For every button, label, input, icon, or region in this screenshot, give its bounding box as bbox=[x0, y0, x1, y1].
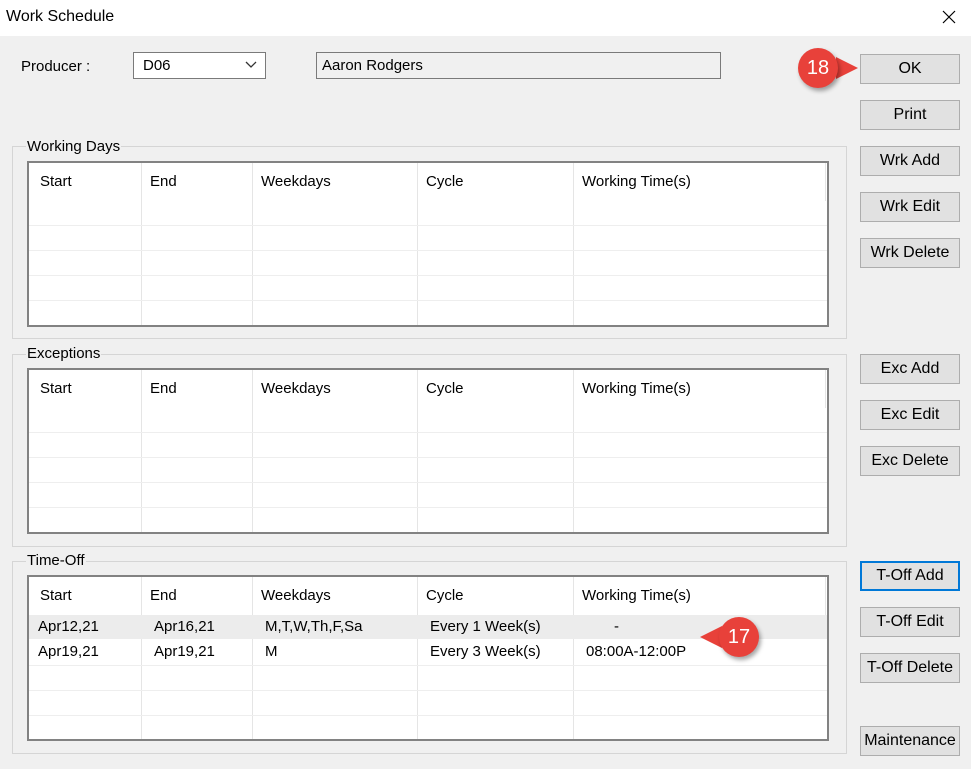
column-divider bbox=[417, 370, 418, 532]
time-off-caption: Time-Off bbox=[26, 552, 86, 569]
working-days-caption: Working Days bbox=[26, 138, 122, 155]
producer-label: Producer : bbox=[21, 58, 91, 75]
time-off-list[interactable]: Start End Weekdays Cycle Working Time(s)… bbox=[27, 575, 829, 741]
column-end[interactable]: End bbox=[150, 173, 177, 190]
row-divider bbox=[29, 482, 827, 483]
column-weekdays[interactable]: Weekdays bbox=[261, 587, 331, 604]
column-cycle[interactable]: Cycle bbox=[426, 587, 464, 604]
row-divider bbox=[29, 275, 827, 276]
row-divider bbox=[29, 665, 827, 666]
column-working-times[interactable]: Working Time(s) bbox=[582, 173, 691, 190]
wrk-add-button[interactable]: Wrk Add bbox=[860, 146, 960, 176]
producer-name-field: Aaron Rodgers bbox=[316, 52, 721, 79]
cell-cycle: Every 1 Week(s) bbox=[430, 618, 541, 635]
working-days-list[interactable]: Start End Weekdays Cycle Working Time(s) bbox=[27, 161, 829, 327]
column-working-times[interactable]: Working Time(s) bbox=[582, 380, 691, 397]
cell-start: Apr12,21 bbox=[38, 618, 99, 635]
cell-weekdays: M,T,W,Th,F,Sa bbox=[265, 618, 363, 635]
row-divider bbox=[29, 250, 827, 251]
column-start[interactable]: Start bbox=[40, 380, 72, 397]
producer-code: D06 bbox=[143, 57, 171, 74]
cell-end: Apr19,21 bbox=[154, 643, 215, 660]
row-divider bbox=[29, 715, 827, 716]
list-header: Start End Weekdays Cycle Working Time(s) bbox=[29, 163, 827, 201]
row-divider bbox=[29, 507, 827, 508]
column-weekdays[interactable]: Weekdays bbox=[261, 380, 331, 397]
column-divider bbox=[417, 163, 418, 325]
exceptions-caption: Exceptions bbox=[26, 345, 102, 362]
exc-add-button[interactable]: Exc Add bbox=[860, 354, 960, 384]
ok-button[interactable]: OK bbox=[860, 54, 960, 84]
row-divider bbox=[29, 300, 827, 301]
close-icon bbox=[942, 10, 956, 24]
row-divider bbox=[29, 457, 827, 458]
callout-pointer bbox=[836, 57, 858, 79]
exc-edit-button[interactable]: Exc Edit bbox=[860, 400, 960, 430]
column-divider bbox=[141, 163, 142, 325]
column-divider bbox=[252, 370, 253, 532]
toff-edit-button[interactable]: T-Off Edit bbox=[860, 607, 960, 637]
row-divider bbox=[29, 225, 827, 226]
cell-working-times: 08:00A-12:00P bbox=[586, 643, 687, 660]
window-title: Work Schedule bbox=[6, 8, 115, 25]
column-weekdays[interactable]: Weekdays bbox=[261, 173, 331, 190]
maintenance-button[interactable]: Maintenance bbox=[860, 726, 960, 756]
wrk-delete-button[interactable]: Wrk Delete bbox=[860, 238, 960, 268]
column-divider bbox=[573, 370, 574, 532]
cell-cycle: Every 3 Week(s) bbox=[430, 643, 541, 660]
toff-delete-button[interactable]: T-Off Delete bbox=[860, 653, 960, 683]
cell-end: Apr16,21 bbox=[154, 618, 215, 635]
title-bar: Work Schedule bbox=[0, 0, 971, 36]
chevron-down-icon bbox=[245, 61, 257, 68]
cell-weekdays: M bbox=[265, 643, 278, 660]
wrk-edit-button[interactable]: Wrk Edit bbox=[860, 192, 960, 222]
column-divider bbox=[825, 577, 826, 615]
list-header: Start End Weekdays Cycle Working Time(s) bbox=[29, 370, 827, 408]
row-divider bbox=[29, 690, 827, 691]
producer-combobox[interactable]: D06 bbox=[133, 52, 266, 79]
toff-add-button[interactable]: T-Off Add bbox=[860, 561, 960, 591]
producer-name: Aaron Rodgers bbox=[322, 57, 423, 74]
exc-delete-button[interactable]: Exc Delete bbox=[860, 446, 960, 476]
column-end[interactable]: End bbox=[150, 587, 177, 604]
exceptions-list[interactable]: Start End Weekdays Cycle Working Time(s) bbox=[27, 368, 829, 534]
column-divider bbox=[825, 163, 826, 201]
row-divider bbox=[29, 432, 827, 433]
step-callout-ok: 18 bbox=[798, 48, 838, 88]
column-divider bbox=[252, 163, 253, 325]
column-start[interactable]: Start bbox=[40, 173, 72, 190]
column-divider bbox=[573, 163, 574, 325]
step-callout-list: 17 bbox=[719, 617, 759, 657]
cell-working-times: - bbox=[614, 618, 619, 635]
cell-start: Apr19,21 bbox=[38, 643, 99, 660]
column-cycle[interactable]: Cycle bbox=[426, 173, 464, 190]
column-divider bbox=[141, 370, 142, 532]
print-button[interactable]: Print bbox=[860, 100, 960, 130]
list-header: Start End Weekdays Cycle Working Time(s) bbox=[29, 577, 827, 615]
column-start[interactable]: Start bbox=[40, 587, 72, 604]
column-end[interactable]: End bbox=[150, 380, 177, 397]
column-cycle[interactable]: Cycle bbox=[426, 380, 464, 397]
close-button[interactable] bbox=[932, 2, 966, 32]
column-divider bbox=[825, 370, 826, 408]
column-working-times[interactable]: Working Time(s) bbox=[582, 587, 691, 604]
